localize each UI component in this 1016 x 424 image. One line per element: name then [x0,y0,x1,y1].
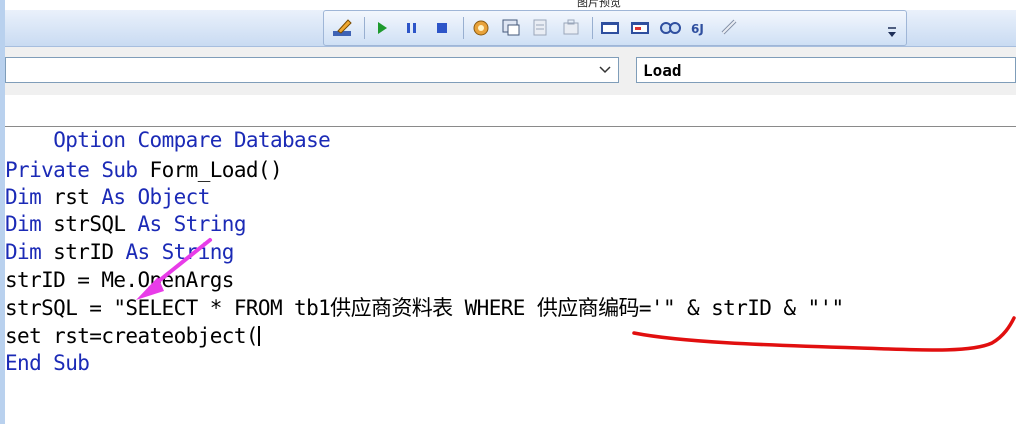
svg-text:6J: 6J [691,22,704,36]
code-text: strID [41,240,126,264]
toolbar-button-group: 6J [323,10,907,46]
declarations-separator [5,126,1016,127]
code-line-4: Dim strSQL As String [5,211,246,237]
call-stack-icon[interactable]: 6J [687,16,713,40]
code-text: strID = Me.OpenArgs [5,268,234,292]
keyword: As Object [101,185,210,209]
reset-icon[interactable] [429,16,455,40]
project-explorer-icon[interactable] [498,16,524,40]
code-editor[interactable]: Option Compare Database Private Sub Form… [5,95,1016,424]
keyword: Option Compare Database [53,128,331,152]
code-text: rst [41,185,102,209]
code-line-2: Private Sub Form_Load() [5,157,283,183]
code-text: Form_Load() [149,158,283,182]
keyword: Dim [5,185,42,209]
toolbox-icon[interactable] [558,16,584,40]
code-line-9: End Sub [5,350,90,376]
code-line-8: set rst=createobject( [5,323,260,349]
keyword: As String [137,212,247,236]
design-mode-icon[interactable] [330,16,356,40]
code-line-3: Dim rst As Object [5,184,210,210]
vbe-toolbar: 6J [5,10,1016,47]
code-line-7: strSQL = "SELECT * FROM tb1供应商资料表 WHERE … [5,295,844,321]
text-cursor [257,326,260,346]
code-text: strSQL = "SELECT * FROM tb1供应商资料表 WHERE … [5,296,844,320]
toolbar-separator [592,17,593,39]
run-icon[interactable] [369,16,395,40]
watch-icon[interactable] [657,16,683,40]
code-line-5: Dim strID As String [5,239,234,265]
locals-icon[interactable] [627,16,653,40]
object-browser-icon[interactable] [468,16,494,40]
object-combo[interactable] [5,57,619,83]
immediate-icon[interactable] [597,16,623,40]
properties-icon[interactable] [528,16,554,40]
code-text: strSQL [41,212,138,236]
keyword: Dim [5,212,42,236]
keyword: Private Sub [5,158,150,182]
code-line-1: Option Compare Database [5,101,331,152]
procedure-combo[interactable]: Load [636,57,1016,83]
keyword: As String [125,240,234,264]
chevron-down-icon[interactable] [596,61,614,79]
code-window-combo-row: Load [5,47,1016,95]
keyword: Dim [5,240,42,264]
procedure-combo-value: Load [643,61,682,80]
window-title: 图片预览 [577,0,621,9]
code-line-6: strID = Me.OpenArgs [5,267,234,293]
keyword: End Sub [5,351,90,375]
toolbar-separator [364,17,365,39]
break-icon[interactable] [399,16,425,40]
code-text: set rst=createobject( [5,324,259,348]
find-icon[interactable] [717,16,743,40]
toolbar-separator [463,17,464,39]
toolbar-options-icon[interactable] [885,22,899,42]
